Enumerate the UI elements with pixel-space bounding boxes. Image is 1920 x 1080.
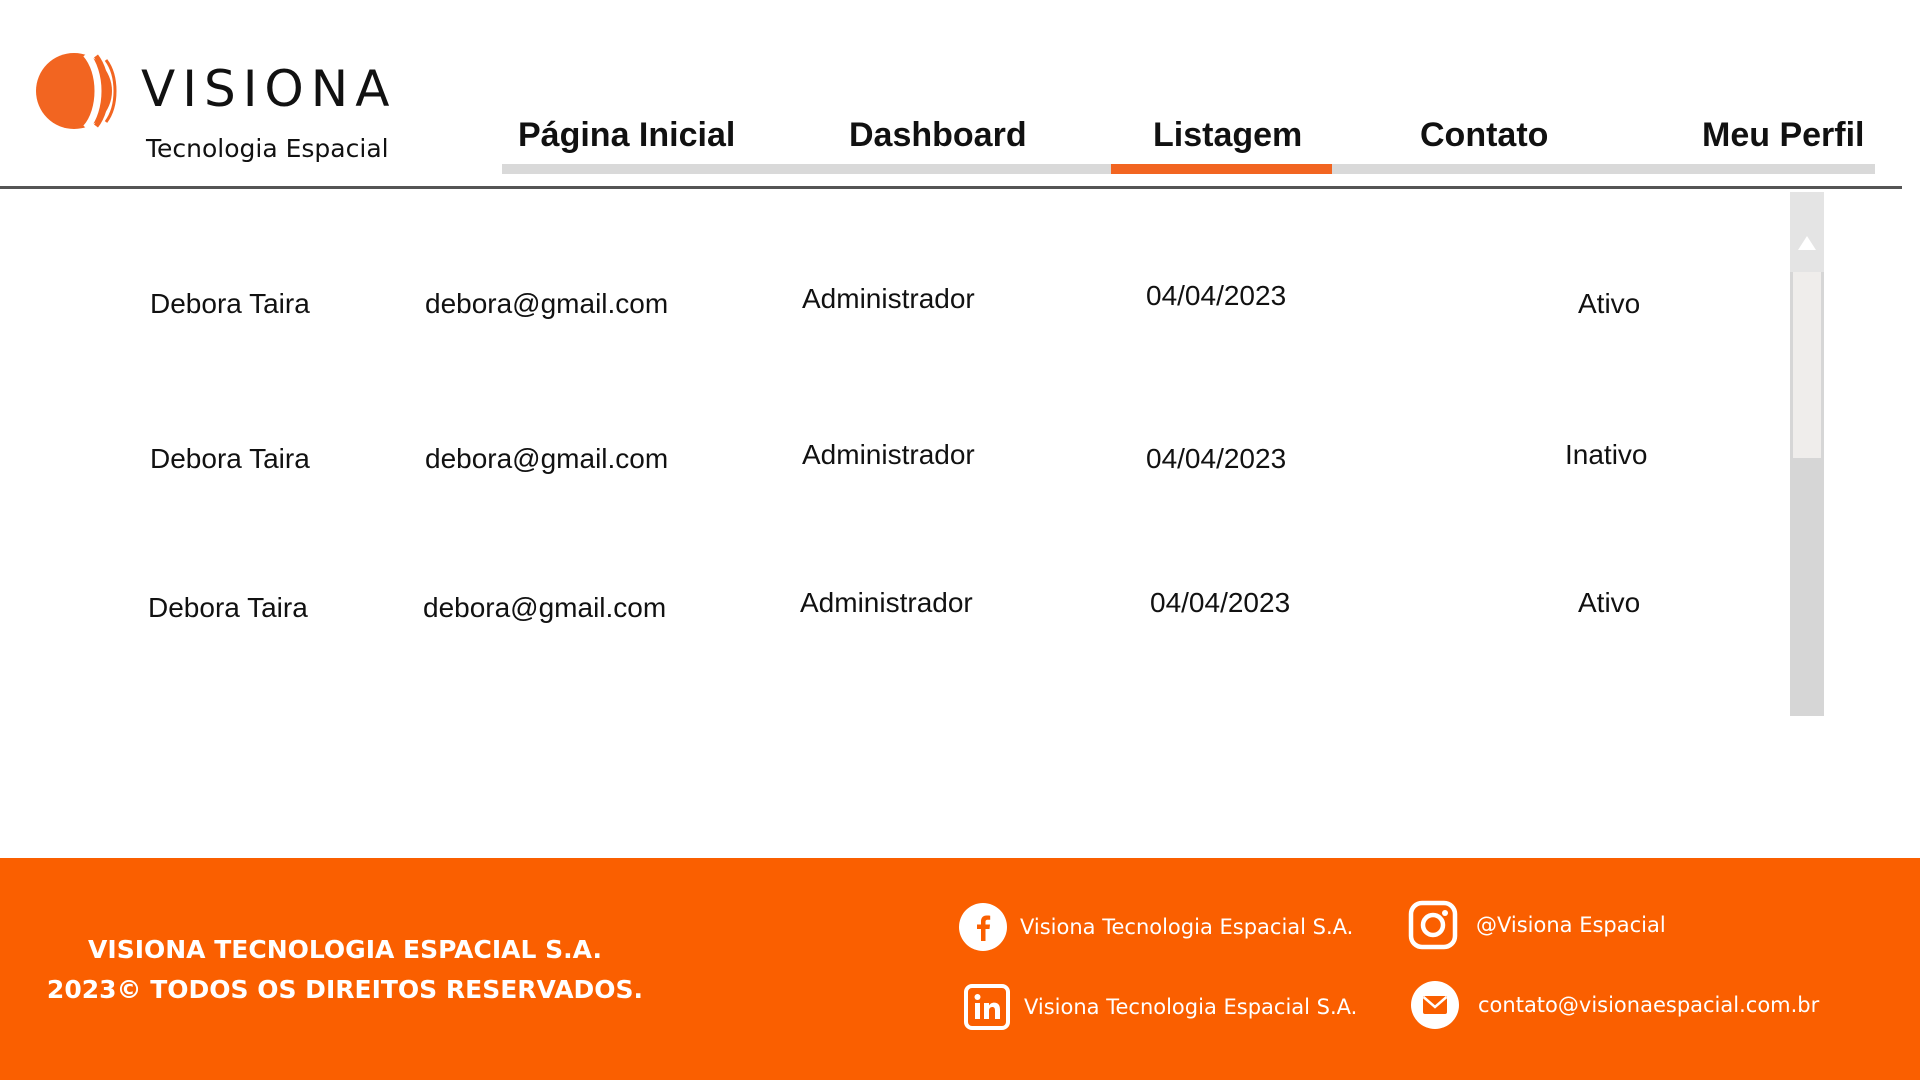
facebook-icon [959,903,1007,951]
email-link[interactable]: contato@visionaespacial.com.br [1410,980,1819,1030]
brand-name: VISIONA [141,60,397,118]
user-email: debora@gmail.com [425,288,669,319]
mail-icon [1411,981,1459,1029]
user-status: Ativo [1578,587,1641,618]
nav-item-contato[interactable]: Contato [1420,116,1548,155]
main-nav: Página Inicial Dashboard Listagem Contat… [502,110,1875,174]
scroll-thumb[interactable] [1793,272,1821,458]
visiona-logo-icon [36,52,117,130]
instagram-link[interactable]: @Visiona Espacial [1408,900,1666,950]
vertical-scrollbar[interactable] [1790,192,1824,716]
user-email: debora@gmail.com [423,592,667,623]
footer: VISIONA TECNOLOGIA ESPACIAL S.A. 2023© T… [0,858,1920,1080]
user-role: Administrador [802,439,975,470]
linkedin-link[interactable]: Visiona Tecnologia Espacial S.A. [962,982,1357,1032]
user-role: Administrador [800,587,973,618]
facebook-link[interactable]: Visiona Tecnologia Espacial S.A. [958,902,1353,952]
user-name: Debora Taira [150,443,310,474]
linkedin-icon [964,984,1010,1030]
user-name: Debora Taira [150,288,310,319]
user-date: 04/04/2023 [1146,280,1287,311]
brand-logo[interactable]: VISIONA Tecnologia Espacial [36,50,396,170]
user-date: 04/04/2023 [1146,443,1287,474]
user-email: debora@gmail.com [425,443,669,474]
user-status: Ativo [1578,288,1641,319]
instagram-icon [1408,900,1458,950]
scroll-up-button[interactable] [1790,192,1824,272]
instagram-label: @Visiona Espacial [1476,913,1666,937]
brand-tagline: Tecnologia Espacial [146,134,389,163]
user-status: Inativo [1565,439,1648,470]
footer-copyright: VISIONA TECNOLOGIA ESPACIAL S.A. 2023© T… [0,930,690,1010]
email-label: contato@visionaespacial.com.br [1478,993,1820,1017]
user-list: Debora Taira debora@gmail.com Administra… [0,189,1780,709]
user-name: Debora Taira [148,592,308,623]
footer-rights: 2023© TODOS OS DIREITOS RESERVADOS. [46,975,644,1004]
nav-item-listagem[interactable]: Listagem [1153,116,1302,155]
nav-item-meu-perfil[interactable]: Meu Perfil [1702,116,1864,155]
nav-item-dashboard[interactable]: Dashboard [849,116,1027,155]
triangle-up-icon [1798,236,1816,250]
user-role: Administrador [802,283,975,314]
nav-item-pagina-inicial[interactable]: Página Inicial [518,116,735,155]
user-date: 04/04/2023 [1150,587,1291,618]
facebook-label: Visiona Tecnologia Espacial S.A. [1020,915,1354,939]
linkedin-label: Visiona Tecnologia Espacial S.A. [1024,995,1358,1019]
footer-company: VISIONA TECNOLOGIA ESPACIAL S.A. [88,935,602,964]
nav-active-indicator [1111,164,1332,174]
